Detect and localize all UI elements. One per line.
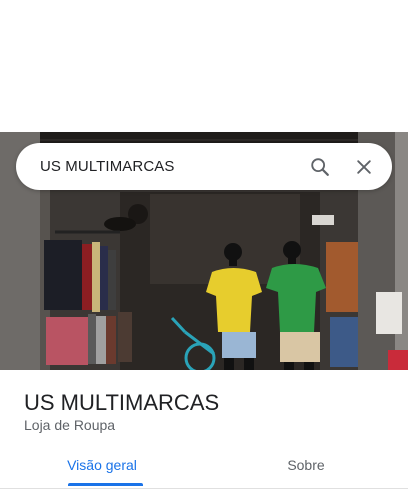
search-icon[interactable] <box>302 149 338 185</box>
place-info-panel: US MULTIMARCAS Loja de Roupa Visão geral… <box>0 370 408 502</box>
tab-about[interactable]: Sobre <box>204 448 408 490</box>
place-name: US MULTIMARCAS <box>24 390 220 415</box>
active-tab-indicator <box>68 483 143 486</box>
place-category[interactable]: Loja de Roupa <box>24 417 115 433</box>
search-bar[interactable]: US MULTIMARCAS <box>16 143 392 190</box>
tab-overview-label: Visão geral <box>67 457 137 473</box>
search-input[interactable]: US MULTIMARCAS <box>40 158 302 175</box>
blank-map-area <box>0 0 408 132</box>
tab-about-label: Sobre <box>287 457 325 473</box>
tabs-divider <box>0 488 408 489</box>
close-icon[interactable] <box>346 149 382 185</box>
tab-bar: Visão geral Sobre <box>0 448 408 490</box>
